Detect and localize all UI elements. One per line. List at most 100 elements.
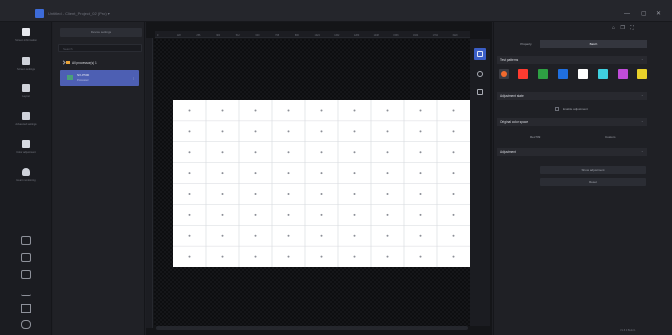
cabinet-marker[interactable]	[254, 213, 257, 216]
minimize-button[interactable]: —	[624, 11, 630, 17]
cabinet-marker[interactable]	[386, 109, 389, 112]
cabinet-marker[interactable]	[254, 255, 257, 258]
cabinet-marker[interactable]	[452, 109, 455, 112]
cabinet-marker[interactable]	[320, 109, 323, 112]
pattern-gradient-swatch[interactable]	[499, 69, 509, 79]
add-icon[interactable]	[21, 236, 31, 245]
sidebar-item-color-adjust[interactable]: Color adjustment	[0, 136, 52, 162]
cabinet-marker[interactable]	[287, 172, 290, 175]
cabinet-marker[interactable]	[320, 192, 323, 195]
cabinet-marker[interactable]	[221, 172, 224, 175]
chevron-down-icon[interactable]	[61, 60, 66, 65]
cabinet-marker[interactable]	[452, 234, 455, 237]
cabinet-marker[interactable]	[452, 192, 455, 195]
cabinet-marker[interactable]	[188, 192, 191, 195]
cabinet-marker[interactable]	[353, 151, 356, 154]
tree-root-item[interactable]: All processor(s) 1	[58, 58, 142, 68]
section-adjustment[interactable]: Adjustment ^	[497, 148, 647, 156]
enable-adjustment-checkbox[interactable]	[555, 107, 559, 111]
cabinet-marker[interactable]	[386, 192, 389, 195]
pattern-swatch-green[interactable]	[538, 69, 548, 79]
cabinet-marker[interactable]	[254, 192, 257, 195]
cabinet-marker[interactable]	[221, 213, 224, 216]
show-adjustment-button[interactable]: Show adjustment	[540, 166, 646, 174]
fit-tool-button[interactable]	[474, 86, 486, 98]
cabinet-marker[interactable]	[221, 109, 224, 112]
more-icon[interactable]: ⋮	[132, 76, 135, 80]
cabinet-marker[interactable]	[386, 234, 389, 237]
display-icon[interactable]	[21, 270, 31, 279]
device-settings-button[interactable]: Device settings	[60, 28, 142, 37]
pattern-swatch-cyan[interactable]	[598, 69, 608, 79]
cabinet-marker[interactable]	[386, 151, 389, 154]
cabinet-marker[interactable]	[188, 255, 191, 258]
search-input[interactable]: Search	[58, 44, 142, 52]
cabinet-marker[interactable]	[353, 255, 356, 258]
cabinet-marker[interactable]	[452, 151, 455, 154]
cabinet-marker[interactable]	[188, 130, 191, 133]
cabinet-marker[interactable]	[320, 130, 323, 133]
tree-item-processor[interactable]: NX-P500 Processor ⋮	[60, 70, 139, 86]
cabinet-marker[interactable]	[419, 213, 422, 216]
cabinet-marker[interactable]	[221, 255, 224, 258]
close-button[interactable]: ✕	[656, 11, 661, 17]
sitemap-icon[interactable]	[21, 304, 31, 313]
rotate-tool-button[interactable]	[474, 68, 486, 80]
copy-icon[interactable]: ❐	[620, 25, 624, 31]
cabinet-marker[interactable]	[386, 255, 389, 258]
cabinet-marker[interactable]	[419, 109, 422, 112]
calendar-icon[interactable]	[21, 253, 31, 262]
section-adjustment-state[interactable]: Adjustment state ^	[497, 92, 647, 100]
reset-button[interactable]: Reset	[540, 178, 646, 186]
cabinet-marker[interactable]	[386, 130, 389, 133]
cabinet-marker[interactable]	[221, 151, 224, 154]
cabinet-marker[interactable]	[188, 172, 191, 175]
sidebar-item-layout[interactable]: Layout	[0, 80, 52, 106]
bar-chart-icon[interactable]	[21, 287, 31, 296]
cabinet-marker[interactable]	[419, 192, 422, 195]
horizontal-scrollbar[interactable]	[156, 326, 468, 330]
cabinet-marker[interactable]	[419, 234, 422, 237]
pattern-swatch-magenta[interactable]	[618, 69, 628, 79]
cabinet-marker[interactable]	[353, 172, 356, 175]
cabinet-marker[interactable]	[353, 109, 356, 112]
cabinet-marker[interactable]	[320, 255, 323, 258]
tab-batch[interactable]: Batch	[540, 40, 647, 48]
cabinet-marker[interactable]	[419, 151, 422, 154]
cabinet-marker[interactable]	[221, 192, 224, 195]
screen-board[interactable]	[173, 100, 470, 267]
cabinet-marker[interactable]	[353, 192, 356, 195]
cabinet-marker[interactable]	[419, 130, 422, 133]
cabinet-marker[interactable]	[287, 130, 290, 133]
cabinet-marker[interactable]	[386, 172, 389, 175]
cabinet-marker[interactable]	[254, 172, 257, 175]
cabinet-marker[interactable]	[353, 213, 356, 216]
cabinet-marker[interactable]	[452, 213, 455, 216]
cabinet-marker[interactable]	[287, 151, 290, 154]
cabinet-marker[interactable]	[320, 234, 323, 237]
chat-icon[interactable]	[21, 320, 31, 329]
cabinet-marker[interactable]	[287, 192, 290, 195]
pattern-swatch-yellow[interactable]	[637, 69, 647, 79]
maximize-button[interactable]: ▢	[641, 11, 647, 17]
cabinet-marker[interactable]	[452, 130, 455, 133]
cabinet-marker[interactable]	[188, 234, 191, 237]
cabinet-marker[interactable]	[320, 151, 323, 154]
expand-icon[interactable]: ⛶	[630, 25, 634, 31]
lock-icon[interactable]: ⌂	[612, 25, 615, 31]
pattern-swatch-blue[interactable]	[558, 69, 568, 79]
cabinet-marker[interactable]	[188, 109, 191, 112]
cabinet-marker[interactable]	[188, 213, 191, 216]
cabinet-marker[interactable]	[287, 109, 290, 112]
cabinet-marker[interactable]	[320, 172, 323, 175]
cabinet-marker[interactable]	[419, 172, 422, 175]
cabinet-marker[interactable]	[386, 213, 389, 216]
sidebar-item-advanced[interactable]: Advanced settings	[0, 108, 52, 134]
cabinet-marker[interactable]	[419, 255, 422, 258]
cabinet-marker[interactable]	[452, 255, 455, 258]
select-tool-button[interactable]	[474, 48, 486, 60]
cabinet-marker[interactable]	[221, 130, 224, 133]
sidebar-item-screen-info[interactable]: Screen information	[0, 24, 52, 50]
sidebar-item-screen-settings[interactable]: Screen settings	[0, 53, 52, 79]
cabinet-marker[interactable]	[320, 213, 323, 216]
